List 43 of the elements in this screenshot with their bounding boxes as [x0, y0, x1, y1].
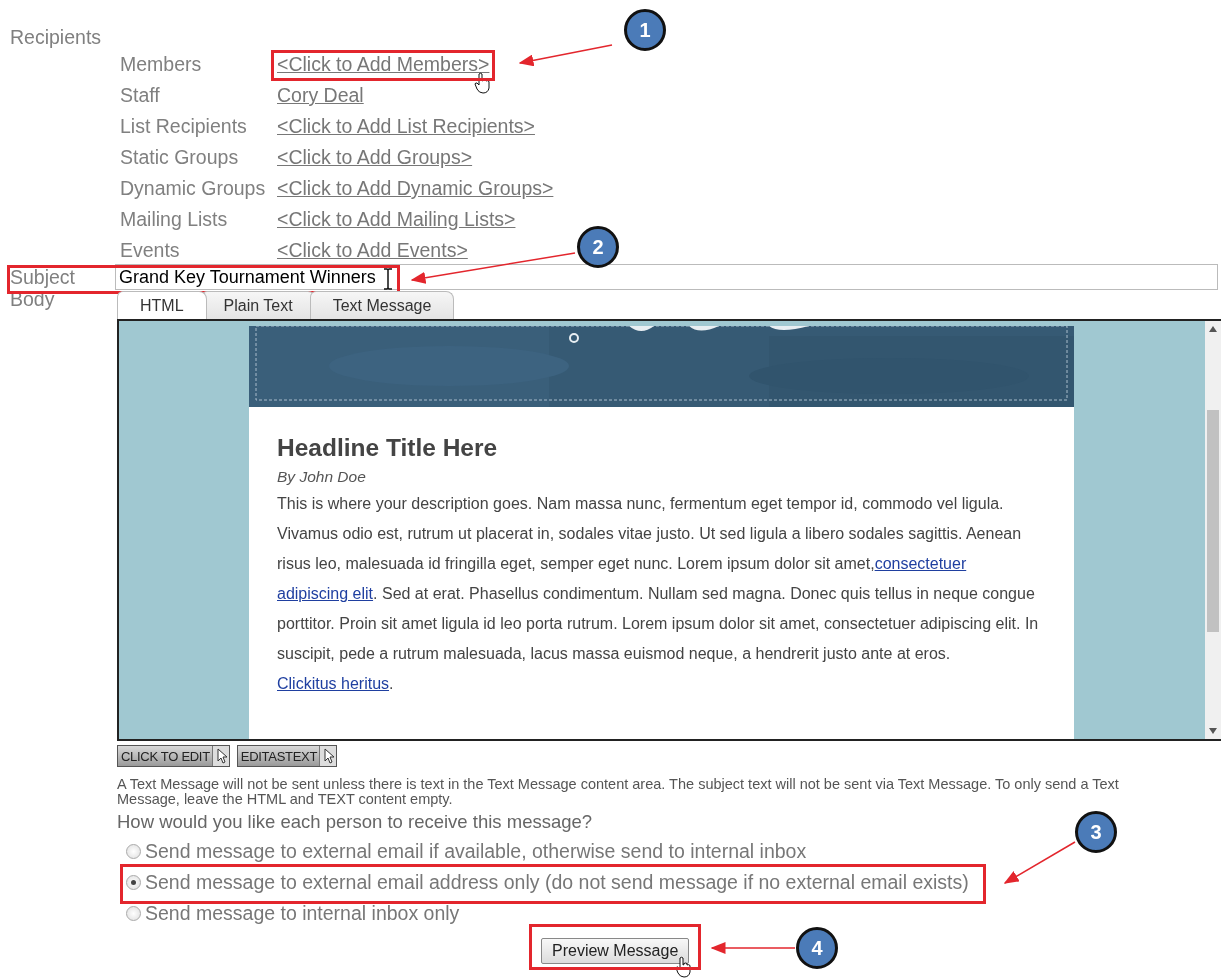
vertical-scrollbar[interactable]: [1205, 321, 1221, 739]
hand-cursor-icon: [474, 72, 492, 94]
recipient-link[interactable]: Cory Deal: [277, 85, 364, 105]
recipient-link[interactable]: <Click to Add Events>: [277, 240, 468, 260]
edit-mode-button[interactable]: CLICK TO EDIT: [117, 745, 230, 767]
recipient-type-label: List Recipients: [120, 116, 247, 136]
scroll-down-icon[interactable]: [1209, 728, 1217, 734]
recipient-type-label: Members: [120, 54, 202, 74]
step-number-badge: 2: [577, 226, 619, 268]
editor-tab[interactable]: Text Message: [309, 291, 455, 319]
edit-mode-button[interactable]: EDITASTEXT: [236, 745, 338, 767]
recipient-type-label: Staff: [120, 85, 160, 105]
recipient-link[interactable]: <Click to Add Members>: [277, 54, 490, 74]
step-number-badge: 3: [1075, 811, 1117, 853]
recipient-type-label: Mailing Lists: [120, 209, 228, 229]
html-editor[interactable]: [117, 319, 1221, 741]
email-headline: Headline Title Here: [277, 433, 499, 463]
radio-button[interactable]: [126, 875, 141, 890]
pointer-icon: [211, 746, 229, 766]
recipient-link[interactable]: <Click to Add Mailing Lists>: [277, 209, 516, 229]
recipients-label: Recipients: [10, 26, 102, 48]
subject-field[interactable]: Grand Key Tournament Winners: [115, 264, 1218, 290]
text-message-note: A Text Message will not be sent unless there is text in the Text Message content area. The subject text will not be sent via Text Message. To only send a Text Message, leave the HTML and TEXT content empty.: [117, 777, 1120, 807]
step-number-badge: 4: [796, 927, 838, 969]
recipient-link[interactable]: <Click to Add List Recipients>: [277, 116, 535, 136]
recipient-type-label: Dynamic Groups: [120, 178, 266, 198]
text-cursor-icon: [383, 268, 393, 290]
radio-button[interactable]: [126, 906, 141, 921]
pointer-icon: [319, 746, 337, 766]
preview-message-button[interactable]: Preview Message: [541, 938, 690, 964]
scroll-up-icon[interactable]: [1209, 326, 1217, 332]
radio-button[interactable]: [126, 844, 141, 859]
step-number-badge: 1: [624, 9, 666, 51]
recipient-link[interactable]: <Click to Add Dynamic Groups>: [277, 178, 554, 198]
subject-label: Subject: [10, 267, 77, 287]
delivery-question: How would you like each person to receive this message?: [117, 811, 593, 833]
recipient-type-label: Static Groups: [120, 147, 239, 167]
email-byline: By John Doe: [277, 467, 367, 487]
email-link[interactable]: consectetuer: [874, 555, 967, 572]
email-paragraph: This is where your description goes. Nam massa nunc, fermentum eget tempor id, commodo vel ligula. Vivamus odio est, rutrum ut placerat in, sodales vitae justo. Ut sed ligula a libero sodales sagittis. Aenean risus leo, malesuada id fringilla eget, semper eget nunc. Lorem ipsum dolor sit amet,consectetuer adipiscing elit. Sed at erat. Phasellus condimentum. Nullam sed magna. Donec quis tellus in neque congue porttitor. Proin sit amet ligula id leo porta rutrum. Lorem ipsum dolor sit amet, consectetuer adipiscing elit. In suscipit, pede a rutrum malesuada, lacus massa euismod neque, a hendrerit justo ante at eros. Clickitus heritus.: [277, 494, 1040, 694]
editor-tab[interactable]: HTML: [117, 291, 207, 319]
recipient-type-label: Events: [120, 240, 180, 260]
recipient-link[interactable]: <Click to Add Groups>: [277, 147, 473, 167]
